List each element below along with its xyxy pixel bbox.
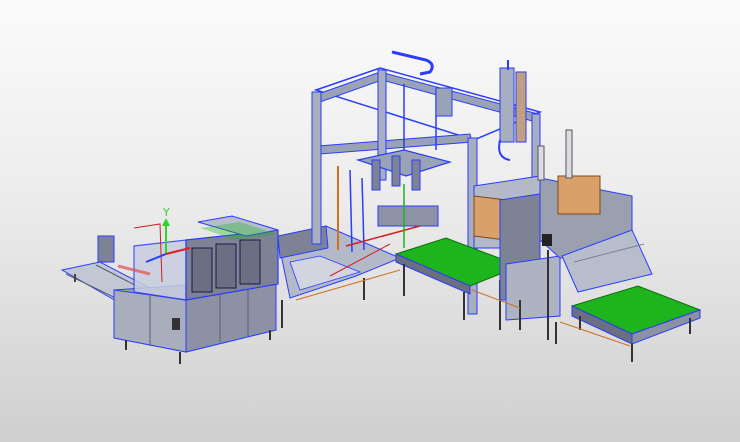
gripper-assembly [337, 149, 453, 253]
cardboard-box [557, 175, 601, 215]
palletizing-line-3d-model[interactable]: Y [0, 0, 740, 442]
case-erector-housing [113, 215, 279, 364]
sensor-box [542, 234, 552, 246]
outfeed-conveyor [555, 285, 702, 362]
cad-viewport[interactable]: Y [0, 0, 740, 442]
y-axis-label: Y [162, 206, 170, 219]
control-box [172, 318, 180, 330]
